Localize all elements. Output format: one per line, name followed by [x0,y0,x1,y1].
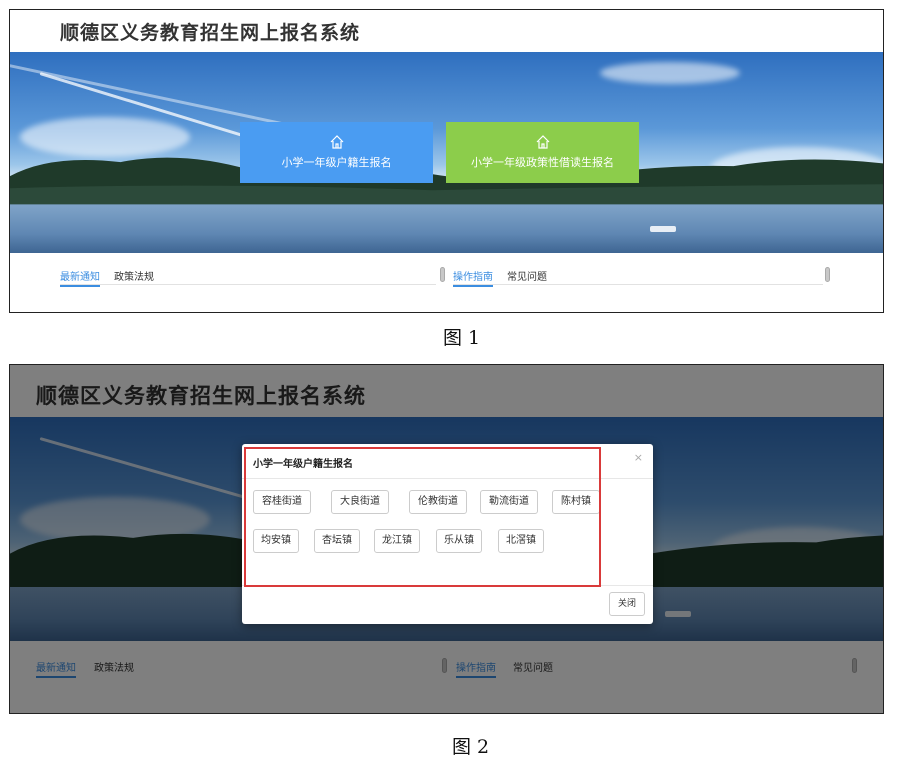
divider [453,284,823,285]
district-option[interactable]: 龙江镇 [374,529,420,553]
home-icon [330,135,343,149]
register-household-tile[interactable]: 小学一年级户籍生报名 [240,122,433,183]
boat [650,226,676,232]
district-option[interactable]: 乐从镇 [436,529,482,553]
figure-2-screenshot: 顺德区义务教育招生网上报名系统 最新通知 政策法规 操作指南 常见问题 小学一年… [9,364,884,714]
register-policy-tile[interactable]: 小学一年级政策性借读生报名 [446,122,639,183]
divider [242,478,653,479]
site-header: 顺德区义务教育招生网上报名系统 [10,10,883,52]
tile-label: 小学一年级户籍生报名 [281,156,392,169]
figure-1-screenshot: 顺德区义务教育招生网上报名系统 小学一年级户籍生报名 小学一年级政策性借读生报名… [9,9,884,313]
lake-water [10,204,883,253]
district-option[interactable]: 勒流街道 [480,490,538,514]
contrail [10,60,284,126]
news-bar: 最新通知 政策法规 操作指南 常见问题 [10,253,883,312]
scrollbar-thumb[interactable] [440,267,445,282]
close-icon[interactable]: × [634,451,643,464]
district-option[interactable]: 大良街道 [331,490,389,514]
home-icon [536,135,549,149]
district-option[interactable]: 北滘镇 [498,529,544,553]
figure-caption: 图 2 [452,736,490,758]
district-option[interactable]: 伦教街道 [409,490,467,514]
district-option[interactable]: 陈村镇 [552,490,600,514]
site-title: 顺德区义务教育招生网上报名系统 [60,22,361,44]
district-option[interactable]: 容桂街道 [253,490,311,514]
district-select-dialog: 小学一年级户籍生报名 × 容桂街道 大良街道 伦教街道 勒流街道 陈村镇 均安镇… [242,444,653,624]
scrollbar-thumb[interactable] [825,267,830,282]
figure-caption: 图 1 [443,327,481,349]
divider [60,284,436,285]
district-option[interactable]: 杏坛镇 [314,529,360,553]
tab-policy-laws[interactable]: 政策法规 [114,268,154,283]
dialog-title: 小学一年级户籍生报名 [253,459,353,470]
divider [242,585,653,586]
tab-faq[interactable]: 常见问题 [507,268,547,283]
district-option[interactable]: 均安镇 [253,529,299,553]
hero-banner: 小学一年级户籍生报名 小学一年级政策性借读生报名 [10,52,883,253]
cloud [600,62,740,84]
tile-label: 小学一年级政策性借读生报名 [471,156,614,169]
close-button[interactable]: 关闭 [609,592,645,616]
